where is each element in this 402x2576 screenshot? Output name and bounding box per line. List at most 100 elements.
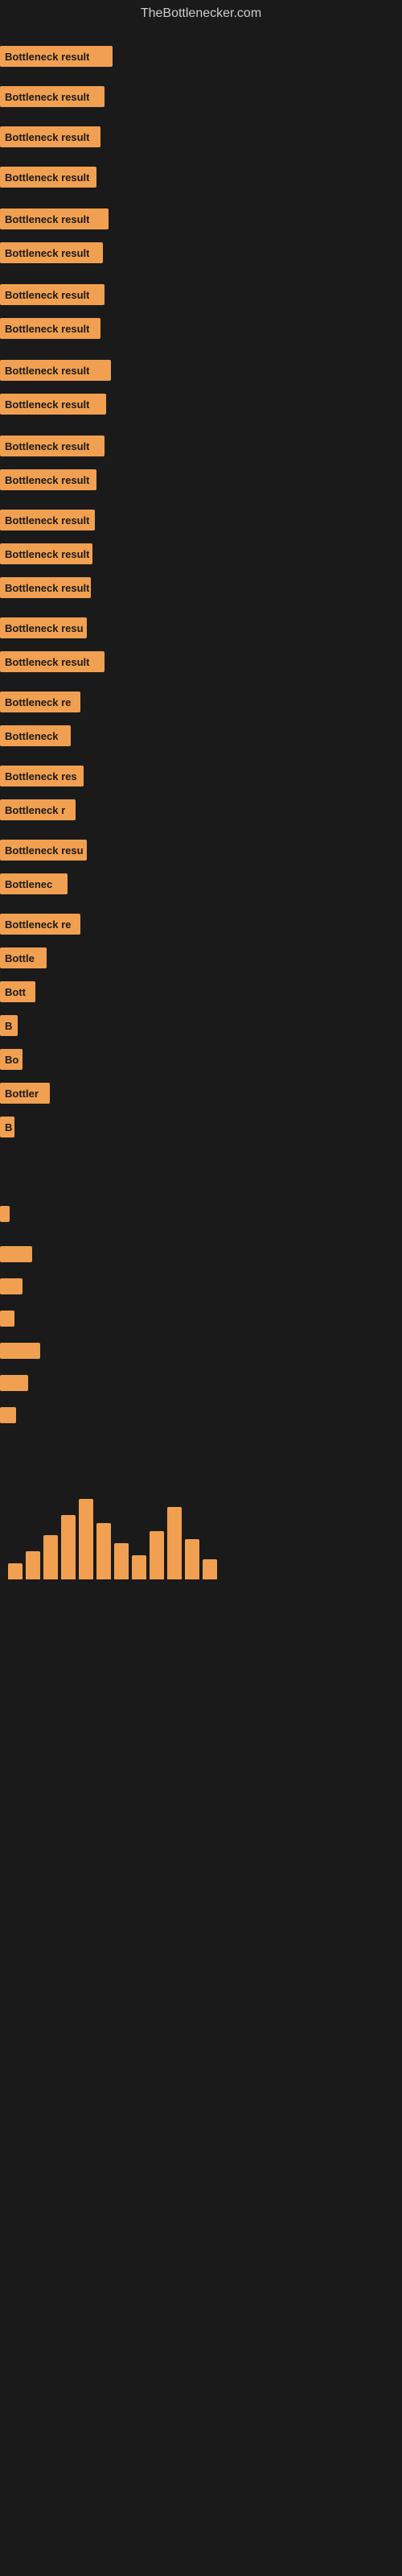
bar-label: Bottleneck result: [5, 171, 89, 184]
vertical-bar: [167, 1507, 182, 1579]
small-bar: [0, 1278, 23, 1294]
bar-label: Bottleneck result: [5, 582, 89, 594]
vertical-bar: [150, 1531, 164, 1579]
bar-row: Bottleneck result: [0, 433, 402, 459]
bar-row: Bottleneck result: [0, 575, 402, 601]
vertical-bar: [185, 1539, 199, 1579]
bottleneck-bar: Bottleneck result: [0, 360, 111, 381]
bottleneck-bar: Bottleneck resu: [0, 840, 87, 861]
small-bar: [0, 1311, 14, 1327]
bar-row: Bottleneck result: [0, 316, 402, 341]
bar-label: Bottleneck re: [5, 919, 71, 931]
site-title: TheBottlenecker.com: [0, 0, 402, 27]
bottleneck-bar: Bottleneck result: [0, 436, 105, 456]
bar-label: Bo: [5, 1054, 18, 1066]
bar-row: Bottleneck resu: [0, 615, 402, 641]
vertical-bar: [203, 1559, 217, 1579]
bar-label: Bottleneck result: [5, 51, 89, 63]
small-bar: [0, 1343, 40, 1359]
bar-label: Bottleneck result: [5, 474, 89, 486]
vertical-bar: [43, 1535, 58, 1579]
bar-label: Bottleneck re: [5, 696, 71, 708]
vertical-bars-section: [0, 1435, 402, 1596]
vertical-bar: [132, 1555, 146, 1579]
bottleneck-bar: B: [0, 1015, 18, 1036]
bar-label: B: [5, 1020, 12, 1032]
vertical-bar: [79, 1499, 93, 1579]
bar-row: Bottleneck result: [0, 649, 402, 675]
bottleneck-bar: Bottleneck r: [0, 799, 76, 820]
bottleneck-bar: Bo: [0, 1049, 23, 1070]
bar-label: Bottleneck result: [5, 247, 89, 259]
bar-row: Bottleneck result: [0, 357, 402, 383]
bottleneck-bar: Bottleneck result: [0, 86, 105, 107]
bar-row: Bottleneck result: [0, 240, 402, 266]
bottleneck-bar: Bottleneck result: [0, 577, 91, 598]
bars-container: Bottleneck result Bottleneck result Bottle…: [0, 27, 402, 1150]
bar-label: Bottleneck res: [5, 770, 77, 782]
vertical-bar: [96, 1523, 111, 1579]
bottleneck-bar: Bottleneck result: [0, 510, 95, 530]
vertical-bar: [114, 1543, 129, 1579]
bar-row: Bottleneck res: [0, 763, 402, 789]
small-bar: [0, 1246, 32, 1262]
bottleneck-bar: Bottleneck result: [0, 284, 105, 305]
site-title-container: TheBottlenecker.com: [0, 0, 402, 27]
bottleneck-bar: Bottleneck result: [0, 242, 103, 263]
bottleneck-bar: Bottleneck result: [0, 167, 96, 188]
bar-row: Bottleneck result: [0, 507, 402, 533]
bottleneck-bar: Bottleneck result: [0, 208, 109, 229]
bar-row: B: [0, 1114, 402, 1140]
bar-label: Bott: [5, 986, 26, 998]
small-bar: [0, 1407, 16, 1423]
small-bar: [0, 1375, 28, 1391]
bar-row: Bottleneck result: [0, 164, 402, 190]
bar-row: Bottler: [0, 1080, 402, 1106]
bottleneck-bar: Bottlenec: [0, 873, 68, 894]
bar-label: Bottleneck result: [5, 440, 89, 452]
bar-label: Bottleneck result: [5, 548, 89, 560]
bar-row: Bottleneck r: [0, 797, 402, 823]
bar-label: Bottleneck result: [5, 323, 89, 335]
bar-row: Bottleneck result: [0, 391, 402, 417]
bar-label: Bottleneck result: [5, 213, 89, 225]
bar-label: Bottleneck result: [5, 91, 89, 103]
bar-label: Bottleneck resu: [5, 844, 84, 857]
bar-row: Bottleneck result: [0, 43, 402, 69]
bar-row: Bottleneck result: [0, 206, 402, 232]
small-bars-section: [0, 1150, 402, 1435]
vertical-bar: [26, 1551, 40, 1579]
vertical-bar: [8, 1563, 23, 1579]
bottleneck-bar: Bottleneck resu: [0, 617, 87, 638]
bottleneck-bar: Bott: [0, 981, 35, 1002]
bottleneck-bar: Bottleneck result: [0, 126, 100, 147]
bottleneck-bar: Bottle: [0, 947, 47, 968]
bottleneck-bar: Bottleneck result: [0, 469, 96, 490]
bar-label: Bottler: [5, 1088, 39, 1100]
bar-row: B: [0, 1013, 402, 1038]
bar-label: Bottleneck result: [5, 514, 89, 526]
bottleneck-bar: Bottleneck re: [0, 691, 80, 712]
bottleneck-bar: Bottleneck re: [0, 914, 80, 935]
bar-row: Bottle: [0, 945, 402, 971]
bottleneck-bar: Bottleneck result: [0, 651, 105, 672]
bottleneck-bar: B: [0, 1117, 14, 1137]
bar-label: Bottleneck r: [5, 804, 65, 816]
bar-row: Bottleneck result: [0, 541, 402, 567]
bar-row: Bottleneck re: [0, 689, 402, 715]
bar-label: Bottleneck: [5, 730, 58, 742]
bottleneck-bar: Bottleneck: [0, 725, 71, 746]
bottleneck-bar: Bottler: [0, 1083, 50, 1104]
bar-row: Bottleneck resu: [0, 837, 402, 863]
bottleneck-bar: Bottleneck result: [0, 46, 113, 67]
bar-row: Bottleneck: [0, 723, 402, 749]
bar-row: Bottleneck result: [0, 124, 402, 150]
bottleneck-bar: Bottleneck res: [0, 766, 84, 786]
bar-label: Bottleneck resu: [5, 622, 84, 634]
small-bar: [0, 1206, 10, 1222]
bar-label: Bottleneck result: [5, 131, 89, 143]
bar-label: Bottle: [5, 952, 35, 964]
bar-label: Bottleneck result: [5, 365, 89, 377]
bar-row: Bottlenec: [0, 871, 402, 897]
bar-row: Bo: [0, 1046, 402, 1072]
